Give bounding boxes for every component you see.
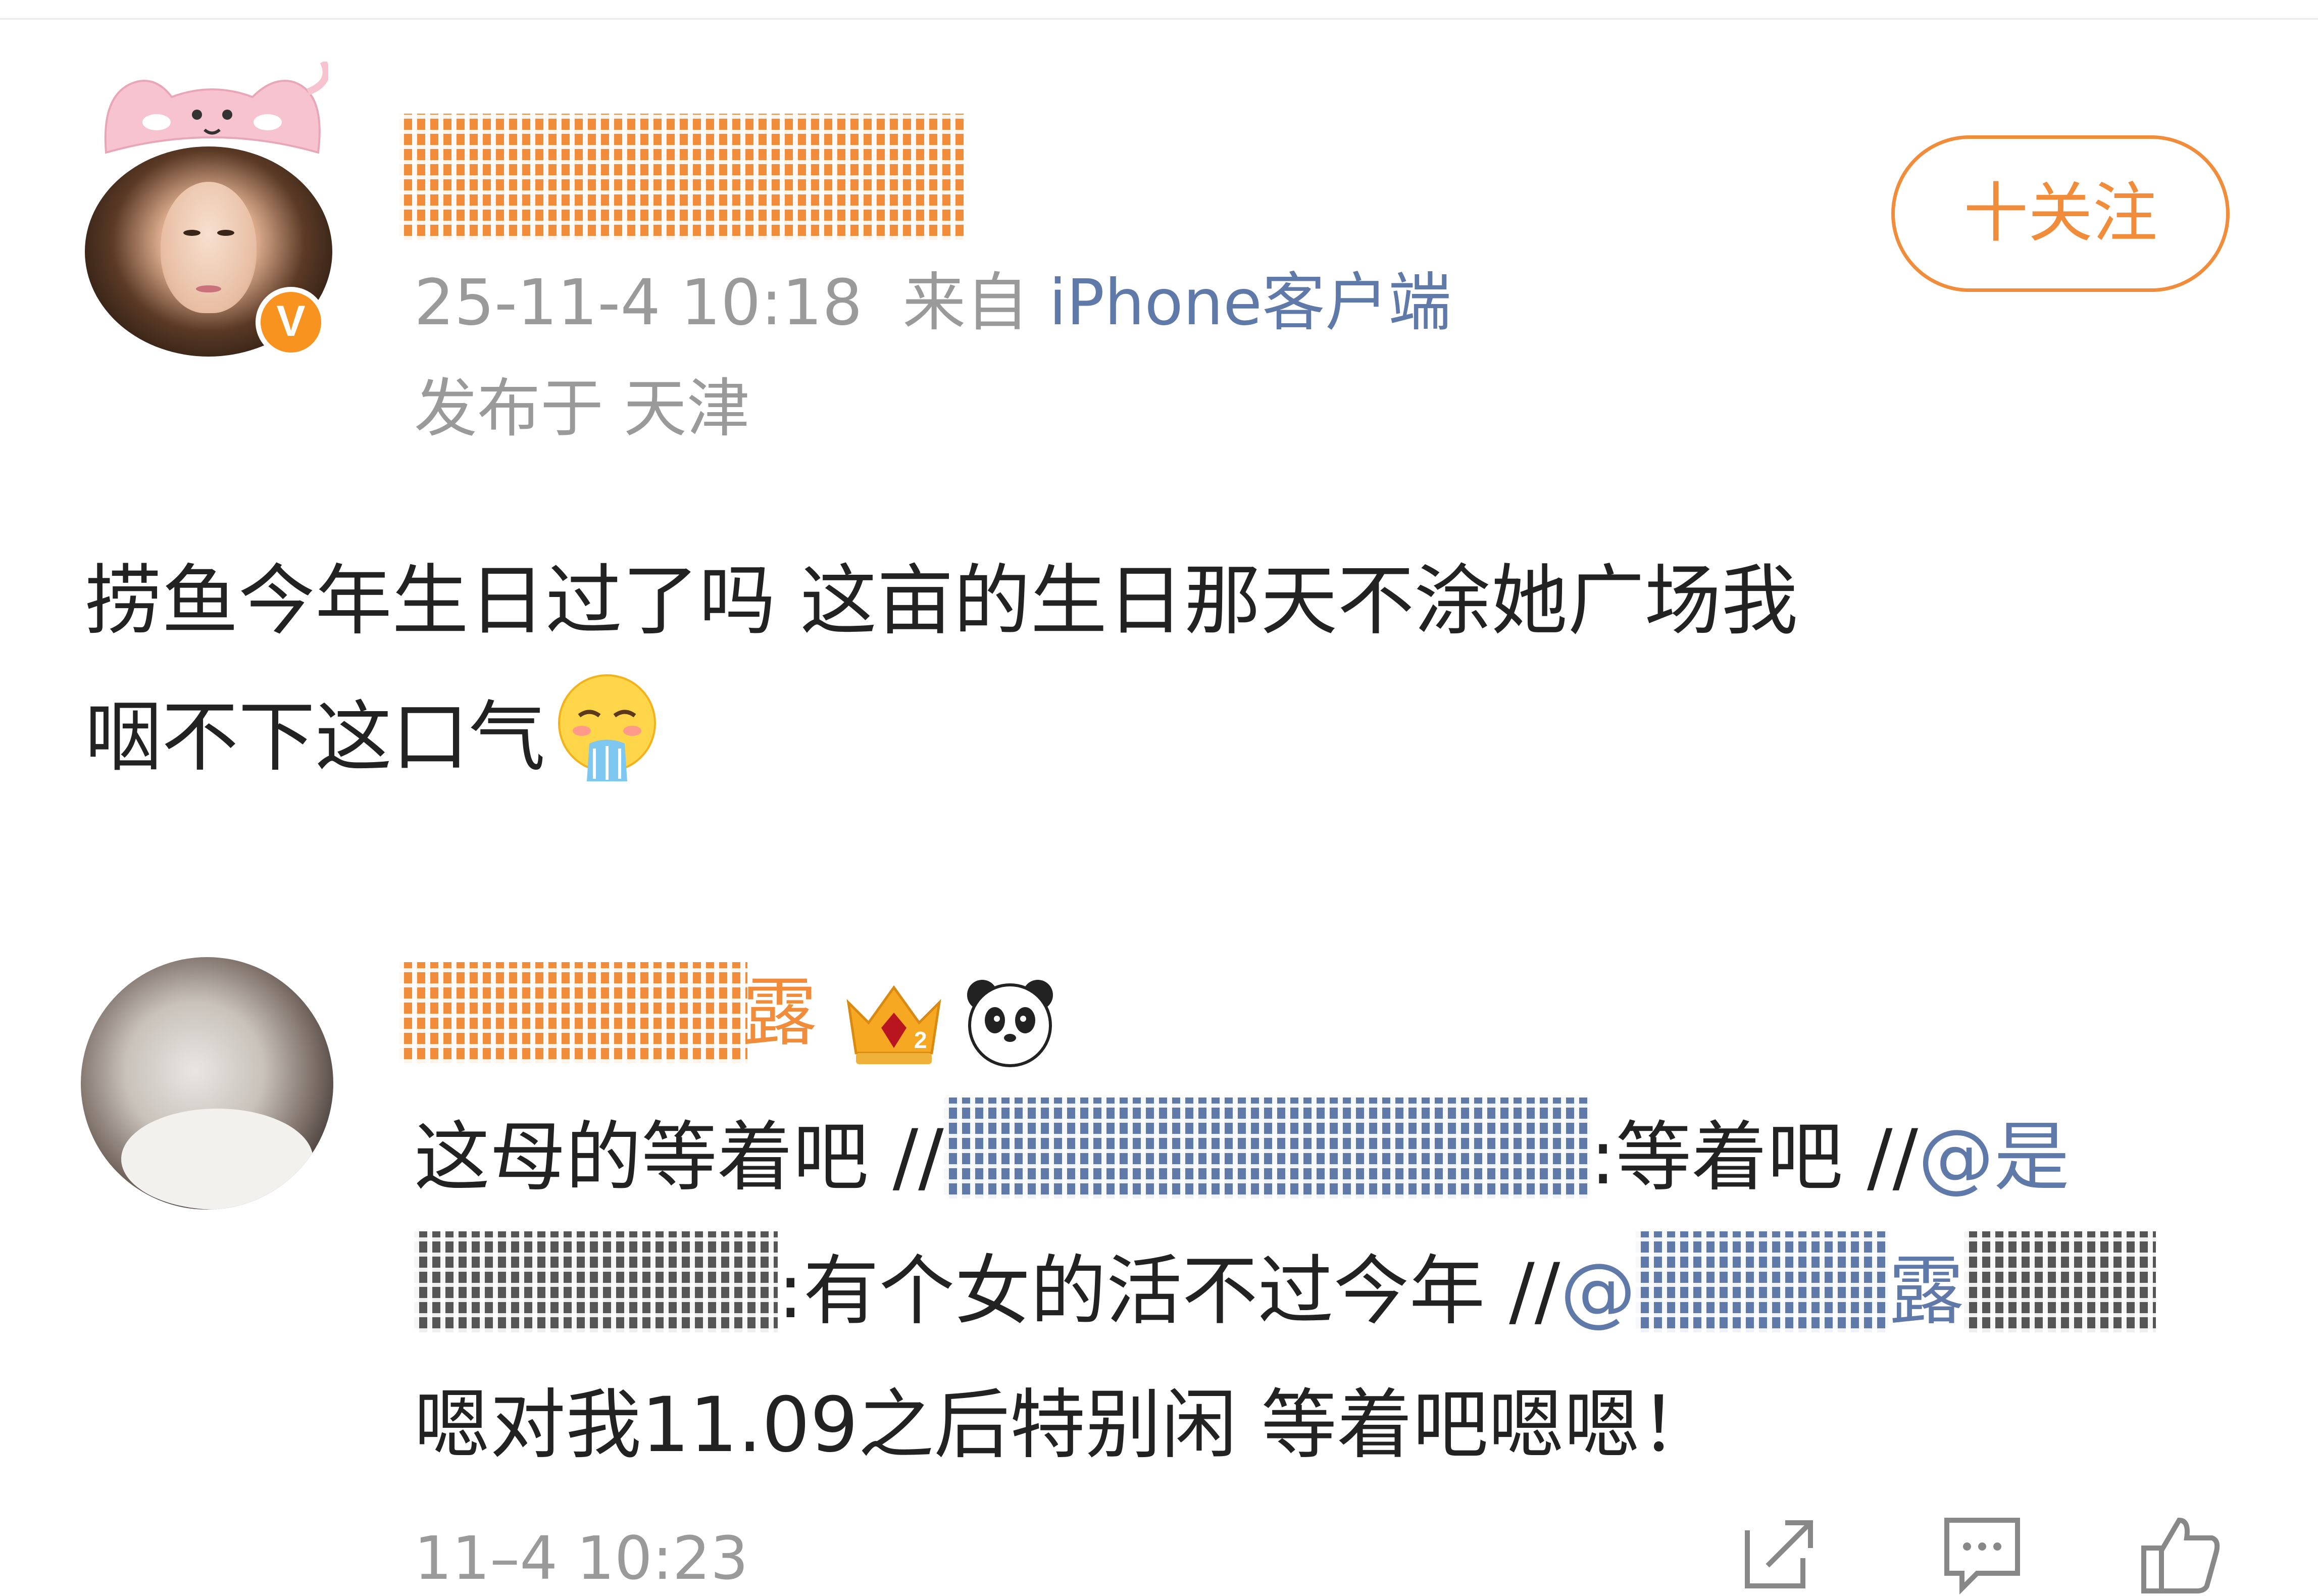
post-text-line: 捞鱼今年生日过了吗 这亩的生日那天不涂她广场我 xyxy=(85,556,1798,645)
post-timestamp: 25-11-4 10:18 xyxy=(414,266,863,339)
reposter-avatar[interactable] xyxy=(81,957,333,1210)
post-body: 捞鱼今年生日过了吗 这亩的生日那天不涂她广场我 咽不下这口气 xyxy=(85,533,2256,806)
post-location: 发布于 天津 xyxy=(414,372,750,445)
comment-icon[interactable] xyxy=(1939,1510,2025,1596)
reposter-username-redacted[interactable] xyxy=(399,962,747,1063)
mention-link[interactable]: @ xyxy=(1560,1248,1636,1335)
mention-link-visible[interactable]: 露 xyxy=(1888,1248,1964,1335)
post-meta: 25-11-4 10:18 来自 iPhone客户端 xyxy=(414,263,1451,343)
reposter-username-visible[interactable]: 露 xyxy=(742,967,817,1058)
redacted-mention[interactable] xyxy=(1964,1231,2156,1332)
repost-timestamp: 11–4 10:23 xyxy=(414,1523,748,1593)
puking-face-icon xyxy=(558,674,656,781)
top-divider xyxy=(0,18,2318,20)
share-icon[interactable] xyxy=(1737,1510,1823,1596)
post-source-link[interactable]: iPhone客户端 xyxy=(1049,266,1451,339)
repost-body: 这母的等着吧 //:等着吧 //@是 :有个女的活不过今年 //@ 露 嗯对我11… xyxy=(414,1091,2283,1492)
verified-badge: V xyxy=(256,287,326,358)
post-text-line: 咽不下这口气 xyxy=(85,669,2256,806)
repost-text-line: :有个女的活不过今年 //@ 露 xyxy=(414,1225,2283,1359)
author-username-redacted[interactable] xyxy=(399,114,965,240)
crown-badge-icon: 2 xyxy=(846,985,941,1064)
cat-ears-avatar-frame xyxy=(104,62,328,154)
panda-icon xyxy=(967,980,1053,1067)
mention-link[interactable]: @是 xyxy=(1918,1114,2070,1202)
svg-text:2: 2 xyxy=(914,1027,927,1053)
repost-text-line: 嗯对我11.09之后特别闲 等着吧嗯嗯！ xyxy=(414,1381,1716,1469)
redacted-mention[interactable] xyxy=(943,1098,1590,1199)
repost-text-line: 这母的等着吧 //:等着吧 //@是 xyxy=(414,1091,2283,1225)
redacted-mention[interactable] xyxy=(1636,1231,1889,1332)
like-icon[interactable] xyxy=(2136,1510,2222,1596)
follow-button[interactable]: 十关注 xyxy=(1891,135,2230,292)
post-source-prefix: 来自 xyxy=(902,266,1029,339)
redacted-mention[interactable] xyxy=(414,1231,778,1332)
